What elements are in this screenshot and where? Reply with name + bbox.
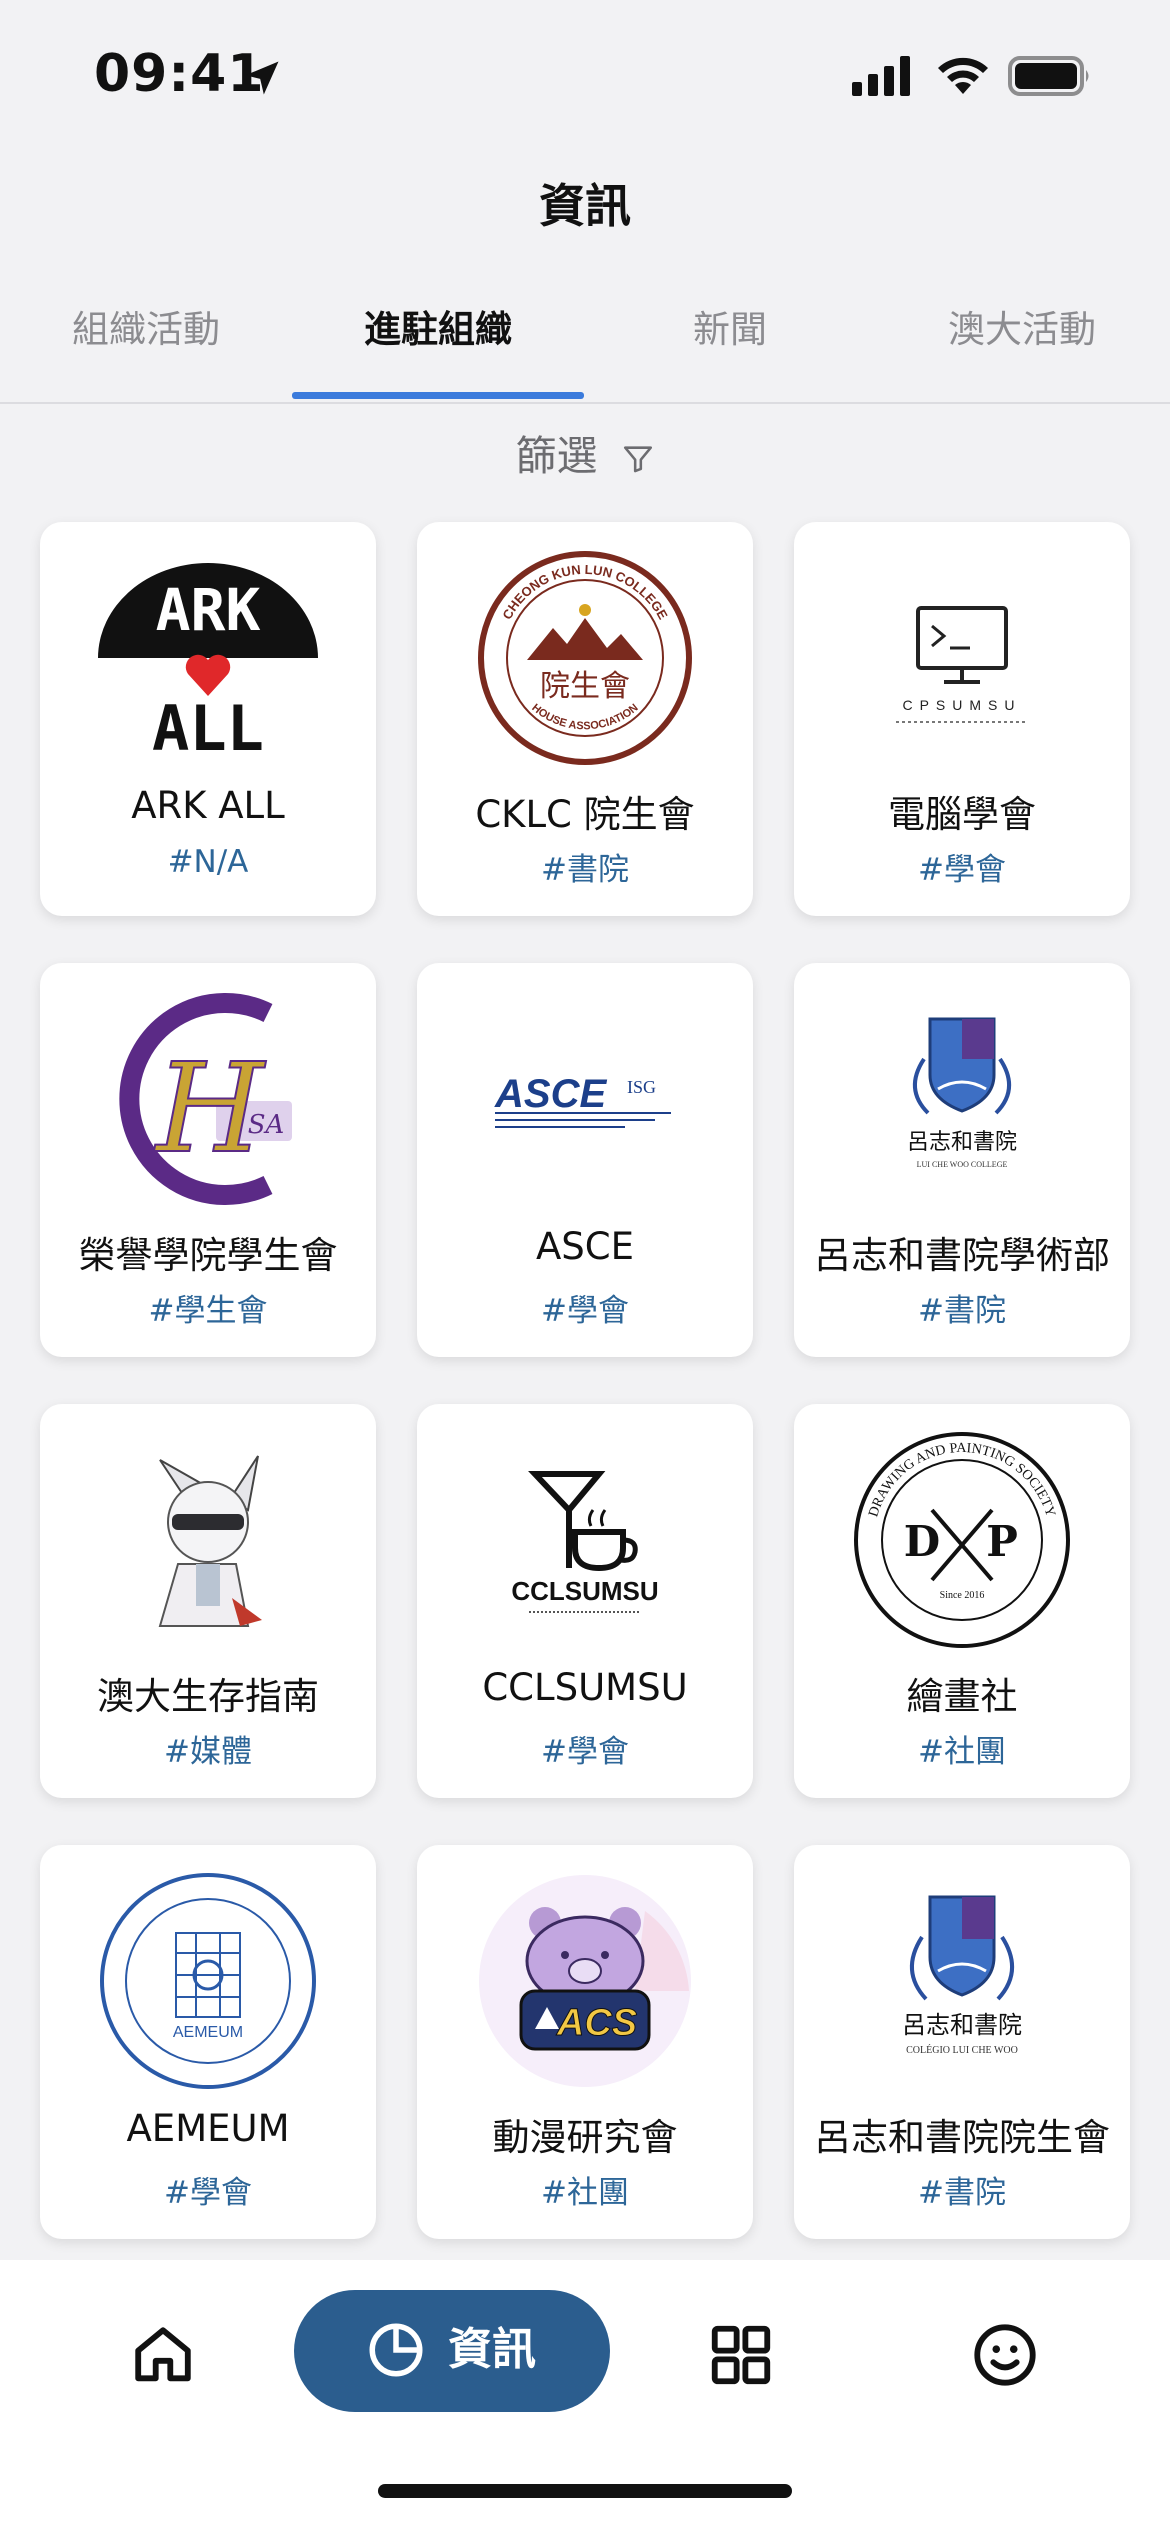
org-card-ark-all[interactable]: ARK ALL ARK ALL #N/A [40,522,376,916]
org-tag: #媒體 [164,1734,252,1770]
org-name: CKLC 院生會 [475,793,695,836]
org-name: 呂志和書院學術部 [814,1234,1110,1277]
org-name: 呂志和書院院生會 [814,2116,1110,2159]
org-name: 電腦學會 [888,793,1036,836]
battery-icon [1008,56,1089,96]
mascot-character-logo [158,1455,262,1627]
svg-text:LUI CHE WOO COLLEGE: LUI CHE WOO COLLEGE [917,1160,1008,1169]
filter-icon [623,446,652,473]
svg-text:AEMEUM: AEMEUM [173,2024,243,2041]
tab-news[interactable]: 新聞 [584,300,876,404]
svg-text:呂志和書院: 呂志和書院 [902,2011,1022,2039]
org-name: AEMEUM [126,2107,290,2150]
svg-text:ISG: ISG [627,1077,656,1097]
smiley-icon[interactable] [970,2320,1040,2390]
status-bar: 09:41 [0,0,1170,150]
org-tag: #學會 [918,852,1006,888]
org-card-cclsumsu[interactable]: CCLSUMSU CCLSUMSU #學會 [417,1404,753,1798]
asce-logo: ASCE ISG [494,1072,671,1128]
svg-text:H: H [154,1037,267,1181]
location-arrow-icon [245,61,279,95]
org-card-painting-society[interactable]: DRAWING AND PAINTING SOCIETY D P Since 2… [794,1404,1130,1798]
org-tag: #社團 [541,2175,629,2211]
cklc-logo: CHEONG KUN LUN COLLEGE 院生會 HOUSE ASSOCIA… [478,551,692,765]
org-tag: #書院 [918,2175,1006,2211]
home-indicator [378,2484,792,2498]
org-card-asce[interactable]: ASCE ISG ASCE #學會 [417,963,753,1357]
pie-chart-icon [369,2323,423,2377]
org-name: 繪畫社 [906,1675,1018,1718]
org-tag: #學生會 [148,1293,268,1329]
cclsumsu-logo: CCLSUMSU [511,1471,659,1613]
org-card-aemeum[interactable]: AEMEUM AEMEUM #學會 [40,1845,376,2239]
org-tag: #學會 [541,1293,629,1329]
svg-text:SA: SA [248,1110,285,1140]
wifi-icon [938,57,988,94]
svg-text:P: P [986,1517,1018,1566]
tab-resident-orgs[interactable]: 進駐組織 [292,300,584,404]
filter-button[interactable]: 篩選 [0,422,1170,482]
org-tag: #社團 [918,1734,1006,1770]
home-icon[interactable] [128,2320,198,2390]
org-name: ASCE [535,1225,634,1268]
svg-text:ARK: ARK [156,576,261,644]
nav-info-button[interactable]: 資訊 [294,2290,610,2412]
status-time: 09:41 [94,44,265,104]
tab-um-activities[interactable]: 澳大活動 [876,300,1168,404]
cellular-signal-icon [852,56,910,96]
svg-text:ASCE: ASCE [494,1072,607,1116]
org-card-cklc[interactable]: CHEONG KUN LUN COLLEGE 院生會 HOUSE ASSOCIA… [417,522,753,916]
org-name: CCLSUMSU [482,1666,688,1709]
org-card-lcwc-academic[interactable]: 呂志和書院 LUI CHE WOO COLLEGE 呂志和書院學術部 #書院 [794,963,1130,1357]
org-card-um-survival-guide[interactable]: 澳大生存指南 #媒體 [40,1404,376,1798]
active-tab-indicator [292,392,584,399]
org-card-anime-comic-society[interactable]: ACS 動漫研究會 #社團 [417,1845,753,2239]
svg-text:呂志和書院: 呂志和書院 [907,1130,1017,1155]
page-title: 資訊 [539,179,631,233]
org-tag: #學會 [541,1734,629,1770]
org-card-computer-society[interactable]: CPSUMSU 電腦學會 #學會 [794,522,1130,916]
ark-all-logo: ARK ALL [98,563,318,765]
org-card-lcwc-house-association[interactable]: 呂志和書院 COLÉGIO LUI CHE WOO 呂志和書院院生會 #書院 [794,1845,1130,2239]
painting-society-logo: DRAWING AND PAINTING SOCIETY D P Since 2… [854,1432,1070,1648]
svg-text:CPSUMSU: CPSUMSU [902,697,1021,713]
org-tag: #學會 [164,2175,252,2211]
org-tag: #書院 [541,852,629,888]
tab-bar: 組織活動 進駐組織 新聞 澳大活動 [0,300,1170,404]
org-card-honours-college-su[interactable]: H SA 榮譽學院學生會 #學生會 [40,963,376,1357]
aemeum-logo: AEMEUM [100,1873,316,2089]
svg-text:COLÉGIO LUI CHE WOO: COLÉGIO LUI CHE WOO [906,2044,1018,2056]
tab-org-activities[interactable]: 組織活動 [0,300,292,404]
org-name: 澳大生存指南 [97,1675,319,1718]
lcwc-house-logo: 呂志和書院 COLÉGIO LUI CHE WOO [902,1895,1022,2056]
svg-text:ACS: ACS [556,2002,637,2044]
lcwc-academic-logo: 呂志和書院 LUI CHE WOO COLLEGE [907,1017,1017,1169]
org-tag: #N/A [167,844,249,880]
svg-text:CCLSUMSU: CCLSUMSU [511,1576,658,1606]
honours-college-logo: H SA [119,993,292,1205]
grid-icon[interactable] [706,2320,776,2390]
filter-label: 篩選 [515,432,598,480]
org-name: ARK ALL [131,784,285,827]
org-tag: #書院 [918,1293,1006,1329]
org-name: 榮譽學院學生會 [78,1234,338,1277]
svg-text:院生會: 院生會 [540,669,630,704]
nav-info-label: 資訊 [448,2324,536,2375]
anime-society-logo: ACS [479,1875,691,2087]
org-name: 動漫研究會 [492,2116,678,2159]
svg-text:ALL: ALL [152,692,264,765]
svg-text:Since 2016: Since 2016 [940,1590,985,1601]
cpsumsu-logo: CPSUMSU [896,606,1028,723]
svg-text:D: D [904,1517,940,1566]
